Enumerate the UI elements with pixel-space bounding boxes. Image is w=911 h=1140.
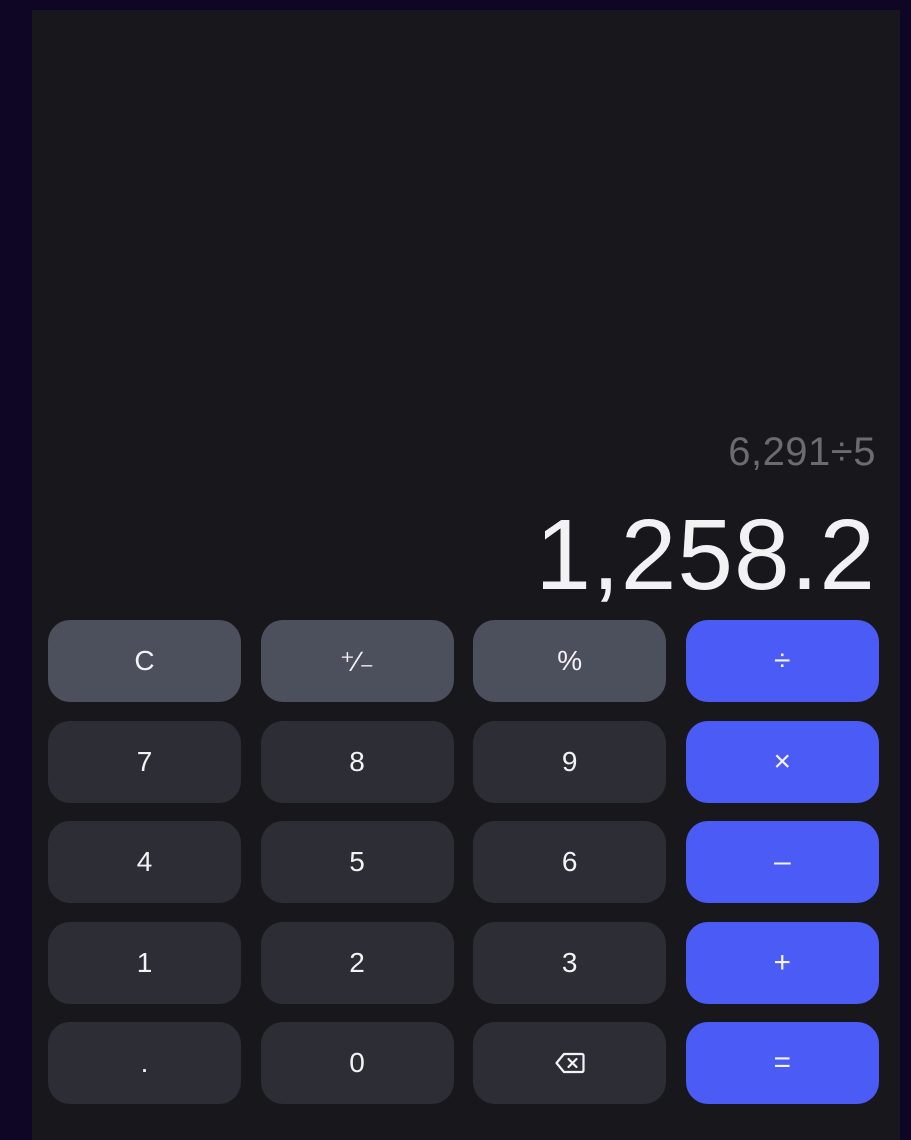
plus-button[interactable]: + bbox=[685, 921, 879, 1004]
expression-display: 6,291÷5 bbox=[728, 430, 876, 474]
digit-1-button[interactable]: 1 bbox=[48, 921, 241, 1004]
equals-button[interactable]: = bbox=[685, 1022, 879, 1104]
digit-7-button[interactable]: 7 bbox=[48, 720, 241, 803]
minus-button[interactable]: – bbox=[685, 821, 879, 903]
divide-button[interactable]: ÷ bbox=[685, 620, 879, 702]
sign-toggle-button[interactable]: ⁺∕₋ bbox=[260, 620, 454, 702]
digit-5-button[interactable]: 5 bbox=[260, 821, 454, 903]
backspace-icon bbox=[555, 1052, 585, 1074]
digit-0-button[interactable]: 0 bbox=[260, 1022, 454, 1104]
digit-6-button[interactable]: 6 bbox=[473, 821, 667, 903]
clear-button[interactable]: C bbox=[48, 620, 241, 702]
keypad: C ⁺∕₋ % ÷ 7 8 9 × 4 5 6 – 1 2 3 + . 0 = bbox=[48, 620, 880, 1104]
digit-4-button[interactable]: 4 bbox=[48, 821, 241, 903]
multiply-button[interactable]: × bbox=[685, 720, 879, 803]
percent-button[interactable]: % bbox=[473, 620, 667, 702]
calculator-panel: 6,291÷5 1,258.2 C ⁺∕₋ % ÷ 7 8 9 × 4 5 6 … bbox=[32, 10, 900, 1140]
digit-8-button[interactable]: 8 bbox=[260, 720, 454, 803]
digit-2-button[interactable]: 2 bbox=[260, 921, 454, 1004]
backspace-button[interactable] bbox=[473, 1022, 667, 1104]
decimal-button[interactable]: . bbox=[48, 1022, 241, 1104]
digit-3-button[interactable]: 3 bbox=[473, 921, 667, 1004]
digit-9-button[interactable]: 9 bbox=[473, 720, 667, 803]
result-display: 1,258.2 bbox=[535, 499, 876, 611]
